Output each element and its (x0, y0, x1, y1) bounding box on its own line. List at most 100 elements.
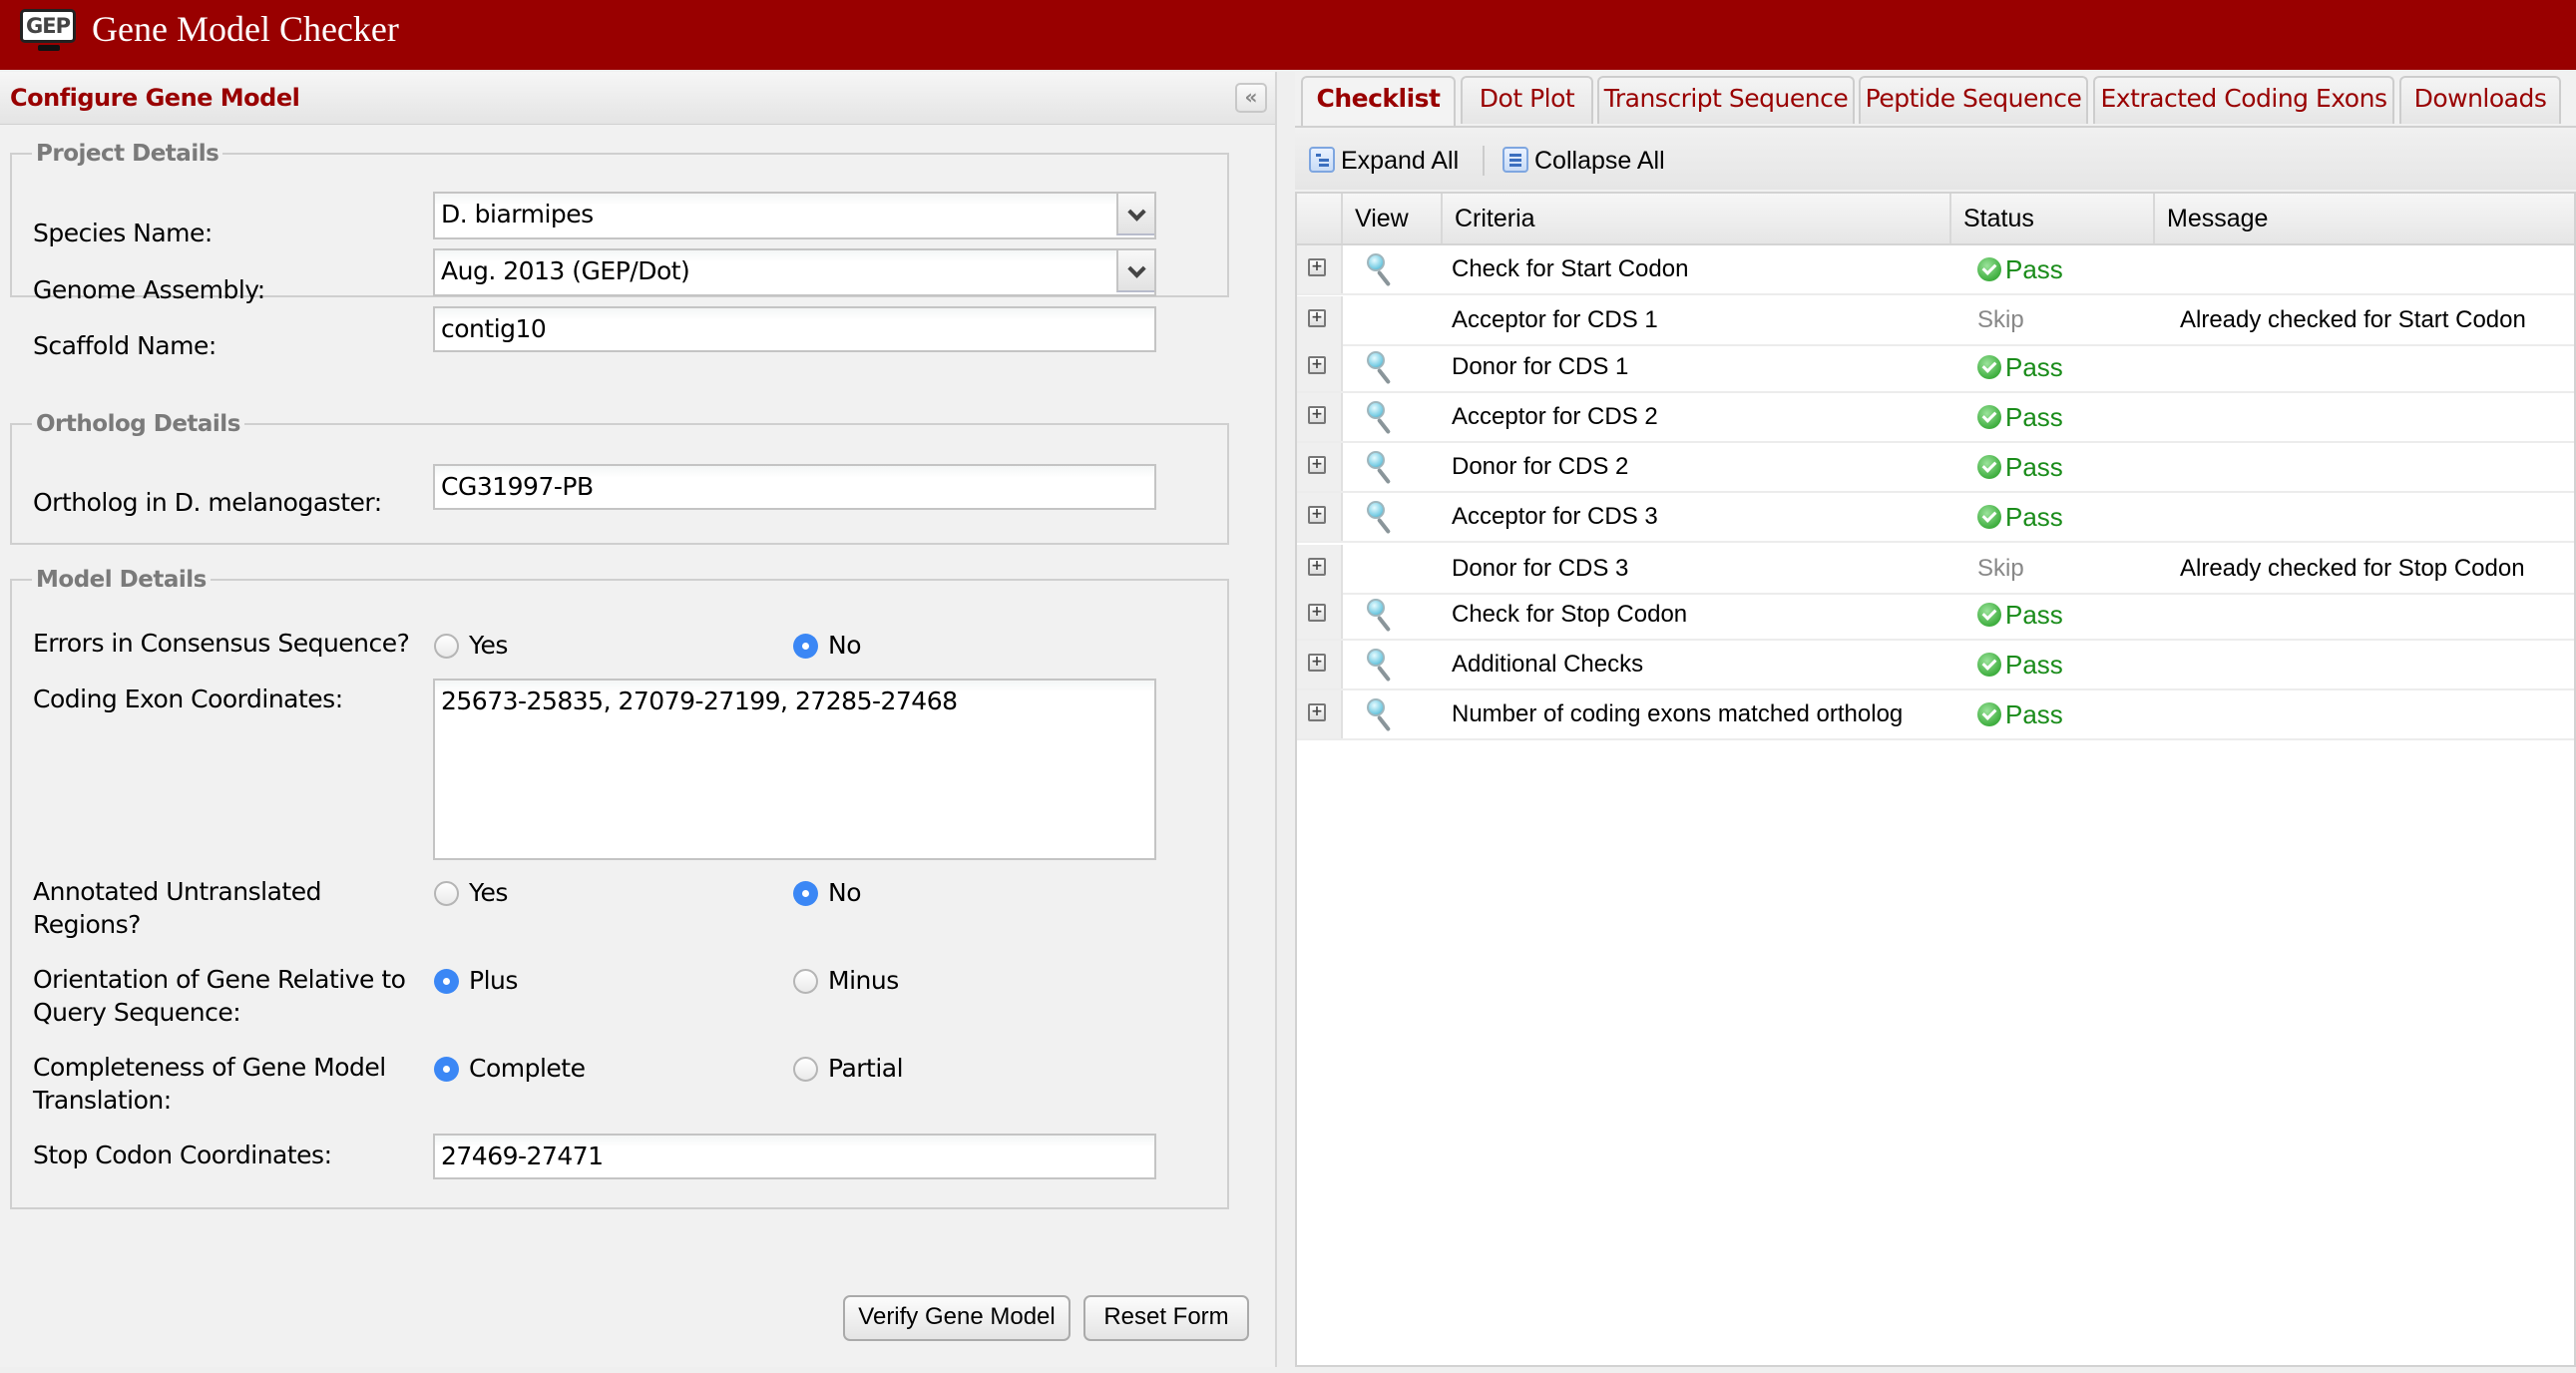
reset-form-button[interactable]: Reset Form (1083, 1295, 1249, 1341)
orientation-minus-label: Minus (828, 966, 899, 995)
ortholog-input[interactable]: CG31997-PB (433, 464, 1156, 510)
assembly-value: Aug. 2013 (GEP/Dot) (441, 256, 690, 285)
orientation-minus-radio[interactable] (793, 969, 818, 994)
row-expander[interactable]: + (1297, 343, 1343, 391)
table-row[interactable]: + Acceptor for CDS 3 Pass (1297, 493, 2574, 543)
tab-transcript-sequence[interactable]: Transcript Sequence (1597, 76, 1855, 124)
scaffold-input[interactable]: contig10 (433, 306, 1156, 352)
row-criteria: Number of coding exons matched ortholog (1452, 700, 1904, 727)
magnifier-icon[interactable] (1367, 351, 1393, 385)
plus-box-icon[interactable]: + (1308, 258, 1326, 276)
row-message: Already checked for Start Codon (2180, 306, 2526, 333)
project-details-legend: Project Details (36, 141, 219, 167)
table-row[interactable]: + Check for Stop Codon Pass (1297, 591, 2574, 641)
tab-extracted-coding-exons[interactable]: Extracted Coding Exons (2093, 76, 2394, 124)
tab-checklist[interactable]: Checklist (1301, 76, 1456, 128)
chevron-down-icon[interactable] (1116, 194, 1154, 235)
check-circle-icon (1977, 702, 2001, 727)
magnifier-icon[interactable] (1367, 451, 1393, 485)
double-chevron-left-icon: « (1244, 85, 1258, 109)
row-criteria: Acceptor for CDS 3 (1452, 503, 1658, 530)
row-criteria: Acceptor for CDS 1 (1452, 306, 1658, 333)
table-row[interactable]: + Additional Checks Pass (1297, 641, 2574, 690)
magnifier-icon[interactable] (1367, 253, 1393, 287)
tab-peptide-sequence[interactable]: Peptide Sequence (1859, 76, 2088, 124)
row-message: Already checked for Stop Codon (2180, 555, 2525, 582)
model-details-legend: Model Details (36, 567, 207, 593)
magnifier-icon[interactable] (1367, 501, 1393, 535)
row-status: Pass (1977, 443, 2063, 491)
plus-box-icon[interactable]: + (1308, 604, 1326, 622)
orientation-plus-radio[interactable] (434, 969, 459, 994)
column-header-status[interactable]: Status (1949, 194, 2153, 243)
column-header-message[interactable]: Message (2153, 194, 2574, 243)
plus-box-icon[interactable]: + (1308, 703, 1326, 721)
tab-dot-plot[interactable]: Dot Plot (1461, 76, 1593, 124)
row-expander[interactable]: + (1297, 545, 1343, 593)
check-circle-icon (1977, 405, 2001, 430)
plus-box-icon[interactable]: + (1308, 506, 1326, 524)
row-status: Pass (1977, 690, 2063, 738)
column-header-view[interactable]: View (1341, 194, 1441, 243)
magnifier-icon[interactable] (1367, 649, 1393, 683)
check-circle-icon (1977, 653, 2001, 678)
species-select[interactable]: D. biarmipes (433, 192, 1156, 239)
orientation-plus-label: Plus (469, 966, 518, 995)
magnifier-icon[interactable] (1367, 599, 1393, 633)
row-expander[interactable]: + (1297, 641, 1343, 688)
row-expander[interactable]: + (1297, 245, 1343, 293)
panel-title: Configure Gene Model (10, 84, 300, 112)
collapse-panel-button[interactable]: « (1235, 83, 1267, 113)
row-status: Pass (1977, 493, 2063, 541)
row-expander[interactable]: + (1297, 443, 1343, 491)
completeness-partial-radio[interactable] (793, 1057, 818, 1082)
panel-header: Configure Gene Model « (0, 72, 1275, 125)
assembly-label: Genome Assembly: (33, 275, 265, 304)
table-row[interactable]: + Acceptor for CDS 1 Skip Already checked f… (1297, 296, 2574, 346)
row-expander[interactable]: + (1297, 690, 1343, 738)
plus-box-icon[interactable]: + (1308, 309, 1326, 327)
row-expander[interactable]: + (1297, 493, 1343, 541)
column-header-criteria[interactable]: Criteria (1441, 194, 1949, 243)
assembly-select[interactable]: Aug. 2013 (GEP/Dot) (433, 248, 1156, 296)
tab-downloads[interactable]: Downloads (2399, 76, 2561, 124)
table-row[interactable]: + Donor for CDS 2 Pass (1297, 443, 2574, 493)
plus-box-icon[interactable]: + (1308, 558, 1326, 576)
check-circle-icon (1977, 603, 2001, 628)
row-status: Skip (1977, 306, 2024, 333)
app-title: Gene Model Checker (92, 9, 399, 49)
collapse-all-button[interactable]: Collapse All (1503, 144, 1665, 178)
scaffold-label: Scaffold Name: (33, 331, 216, 360)
check-circle-icon (1977, 455, 2001, 480)
completeness-label: Completeness of Gene Model Translation: (33, 1053, 386, 1115)
orientation-label: Orientation of Gene Relative to Query Seq… (33, 965, 406, 1027)
plus-box-icon[interactable]: + (1308, 406, 1326, 424)
row-expander[interactable]: + (1297, 591, 1343, 639)
utr-no-radio[interactable] (793, 881, 818, 906)
errors-no-radio[interactable] (793, 634, 818, 659)
utr-yes-radio[interactable] (434, 881, 459, 906)
exons-textarea[interactable]: 25673-25835, 27079-27199, 27285-27468 (433, 679, 1156, 860)
expand-all-button[interactable]: Expand All (1309, 144, 1459, 178)
verify-gene-model-button[interactable]: Verify Gene Model (843, 1295, 1071, 1341)
plus-box-icon[interactable]: + (1308, 356, 1326, 374)
plus-box-icon[interactable]: + (1308, 654, 1326, 672)
magnifier-icon[interactable] (1367, 401, 1393, 435)
row-expander[interactable]: + (1297, 296, 1343, 344)
exons-label: Coding Exon Coordinates: (33, 685, 343, 713)
errors-yes-radio[interactable] (434, 634, 459, 659)
stop-codon-input[interactable]: 27469-27471 (433, 1134, 1156, 1179)
row-expander[interactable]: + (1297, 393, 1343, 441)
magnifier-icon[interactable] (1367, 698, 1393, 732)
chevron-down-icon[interactable] (1116, 250, 1154, 292)
row-status: Pass (1977, 343, 2063, 391)
table-row[interactable]: + Donor for CDS 3 Skip Already checked for … (1297, 545, 2574, 595)
plus-box-icon[interactable]: + (1308, 456, 1326, 474)
table-row[interactable]: + Number of coding exons matched ortholog… (1297, 690, 2574, 740)
table-row[interactable]: + Acceptor for CDS 2 Pass (1297, 393, 2574, 443)
table-row[interactable]: + Check for Start Codon Pass (1297, 245, 2574, 295)
expand-tree-icon (1309, 147, 1335, 174)
table-row[interactable]: + Donor for CDS 1 Pass (1297, 343, 2574, 393)
app-header: GEP Gene Model Checker (0, 0, 2576, 70)
completeness-complete-radio[interactable] (434, 1057, 459, 1082)
